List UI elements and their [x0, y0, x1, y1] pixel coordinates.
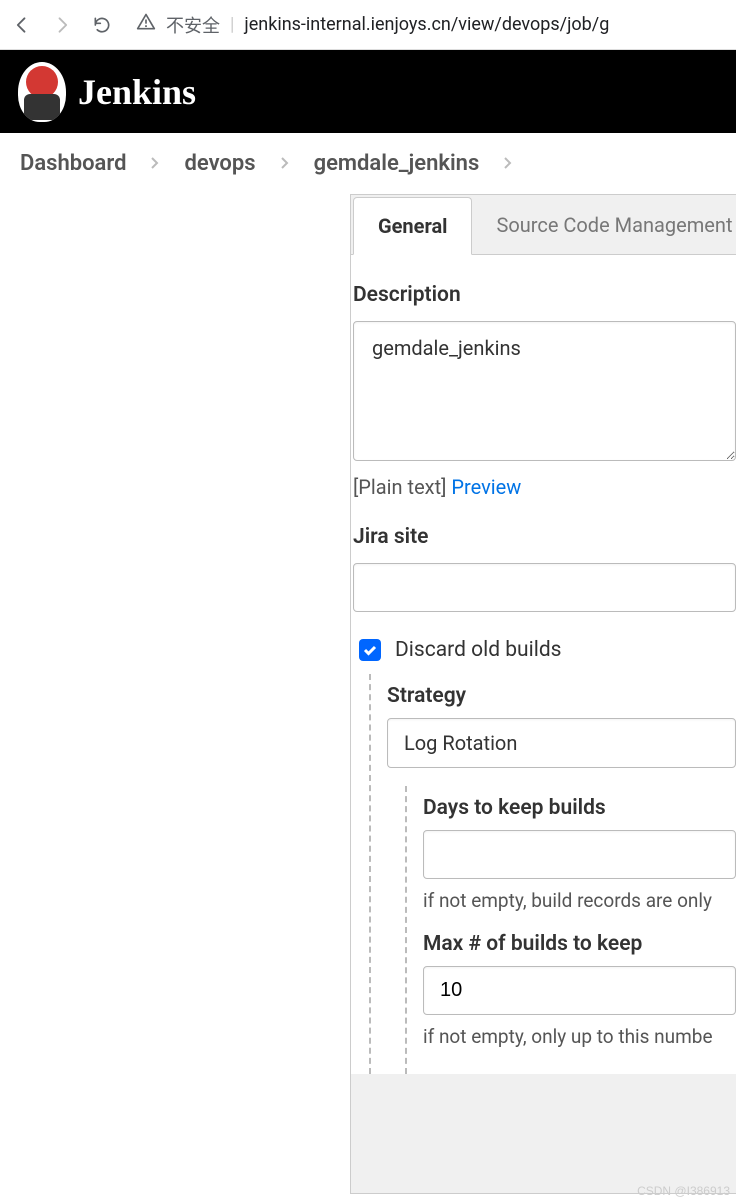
- strategy-select[interactable]: Log Rotation: [387, 718, 736, 768]
- preview-link[interactable]: Preview: [451, 475, 521, 499]
- browser-toolbar: 不安全 | jenkins-internal.ienjoys.cn/view/d…: [0, 0, 736, 50]
- days-helper-text: if not empty, build records are only: [423, 889, 736, 912]
- back-button[interactable]: [8, 11, 36, 39]
- discard-old-builds-checkbox[interactable]: [359, 639, 381, 661]
- max-helper-text: if not empty, only up to this numbe: [423, 1025, 736, 1048]
- days-to-keep-input[interactable]: [423, 830, 736, 879]
- tab-source-code-management[interactable]: Source Code Management: [472, 197, 736, 254]
- chevron-right-icon: [503, 151, 513, 176]
- watermark: CSDN @I386913: [637, 1184, 730, 1198]
- config-tabs: General Source Code Management: [351, 195, 736, 255]
- tab-general[interactable]: General: [353, 197, 472, 255]
- insecure-icon: [136, 12, 156, 37]
- jenkins-header: Jenkins: [0, 50, 736, 133]
- breadcrumb-devops[interactable]: devops: [184, 151, 255, 176]
- url-bar[interactable]: 不安全 | jenkins-internal.ienjoys.cn/view/d…: [128, 12, 728, 38]
- insecure-label: 不安全: [166, 12, 220, 38]
- chevron-right-icon: [280, 151, 290, 176]
- breadcrumb: Dashboard devops gemdale_jenkins: [0, 133, 736, 194]
- url-text: jenkins-internal.ienjoys.cn/view/devops/…: [244, 14, 609, 35]
- form-body: Description [Plain text] Preview Jira si…: [351, 255, 736, 1074]
- jira-site-input[interactable]: [353, 563, 736, 612]
- forward-button[interactable]: [48, 11, 76, 39]
- breadcrumb-dashboard[interactable]: Dashboard: [20, 151, 126, 176]
- description-mode-label: [Plain text]: [353, 475, 446, 499]
- days-to-keep-label: Days to keep builds: [423, 796, 736, 820]
- jenkins-logo-icon: [18, 62, 66, 122]
- description-label: Description: [353, 283, 736, 307]
- discard-old-builds-label: Discard old builds: [395, 638, 562, 662]
- strategy-label: Strategy: [387, 684, 736, 708]
- config-panel: General Source Code Management Descripti…: [350, 194, 736, 1194]
- jira-site-label: Jira site: [353, 525, 736, 549]
- max-builds-input[interactable]: [423, 966, 736, 1015]
- max-builds-label: Max # of builds to keep: [423, 932, 736, 956]
- jenkins-product-name: Jenkins: [78, 71, 196, 113]
- reload-button[interactable]: [88, 11, 116, 39]
- description-textarea[interactable]: [353, 321, 736, 461]
- jenkins-logo[interactable]: Jenkins: [18, 62, 196, 122]
- chevron-right-icon: [150, 151, 160, 176]
- breadcrumb-job[interactable]: gemdale_jenkins: [314, 151, 480, 176]
